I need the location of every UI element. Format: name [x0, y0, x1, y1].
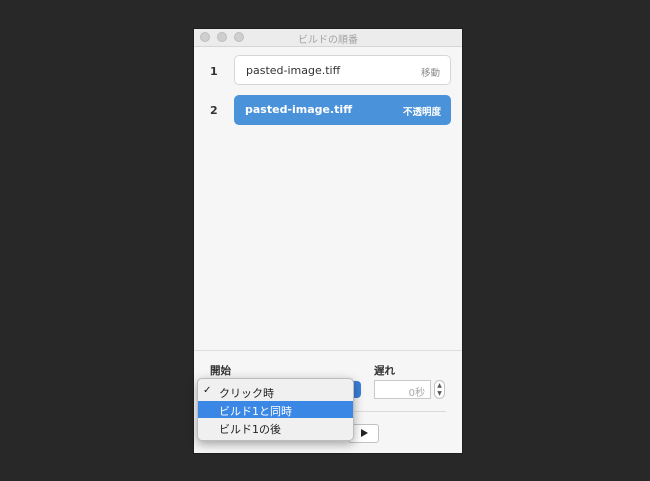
- checkmark-icon: ✓: [203, 385, 212, 396]
- stepper-down-icon[interactable]: ▼: [436, 391, 443, 397]
- build-item-name: pasted-image.tiff: [245, 103, 353, 116]
- titlebar: ビルドの順番: [194, 29, 462, 47]
- build-item-effect: 不透明度: [402, 107, 441, 118]
- menu-item-label: ビルド1と同時: [219, 405, 292, 418]
- start-dropdown-menu: ✓ クリック時 ビルド1と同時 ビルド1の後: [197, 378, 354, 441]
- delay-stepper[interactable]: ▲ ▼: [434, 380, 445, 399]
- menu-item-with-build-1[interactable]: ビルド1と同時: [198, 401, 353, 418]
- play-icon: [361, 429, 368, 437]
- menu-item-label: クリック時: [219, 387, 274, 400]
- build-item-effect: 移動: [420, 68, 440, 79]
- build-item-name: pasted-image.tiff: [246, 64, 341, 77]
- menu-item-on-click[interactable]: ✓ クリック時: [198, 383, 353, 400]
- window-title: ビルドの順番: [298, 35, 358, 46]
- delay-label: 遅れ: [374, 365, 395, 377]
- menu-item-label: ビルド1の後: [219, 423, 281, 436]
- build-number: 2: [210, 104, 218, 117]
- stepper-up-icon[interactable]: ▲: [436, 383, 443, 389]
- menu-item-after-build-1[interactable]: ビルド1の後: [198, 419, 353, 436]
- delay-input[interactable]: 0秒: [374, 380, 431, 399]
- build-item-2[interactable]: pasted-image.tiff 不透明度: [234, 95, 451, 125]
- divider: [194, 350, 462, 351]
- start-label: 開始: [210, 365, 231, 377]
- build-item-1[interactable]: pasted-image.tiff 移動: [234, 55, 451, 85]
- build-number: 1: [210, 65, 218, 78]
